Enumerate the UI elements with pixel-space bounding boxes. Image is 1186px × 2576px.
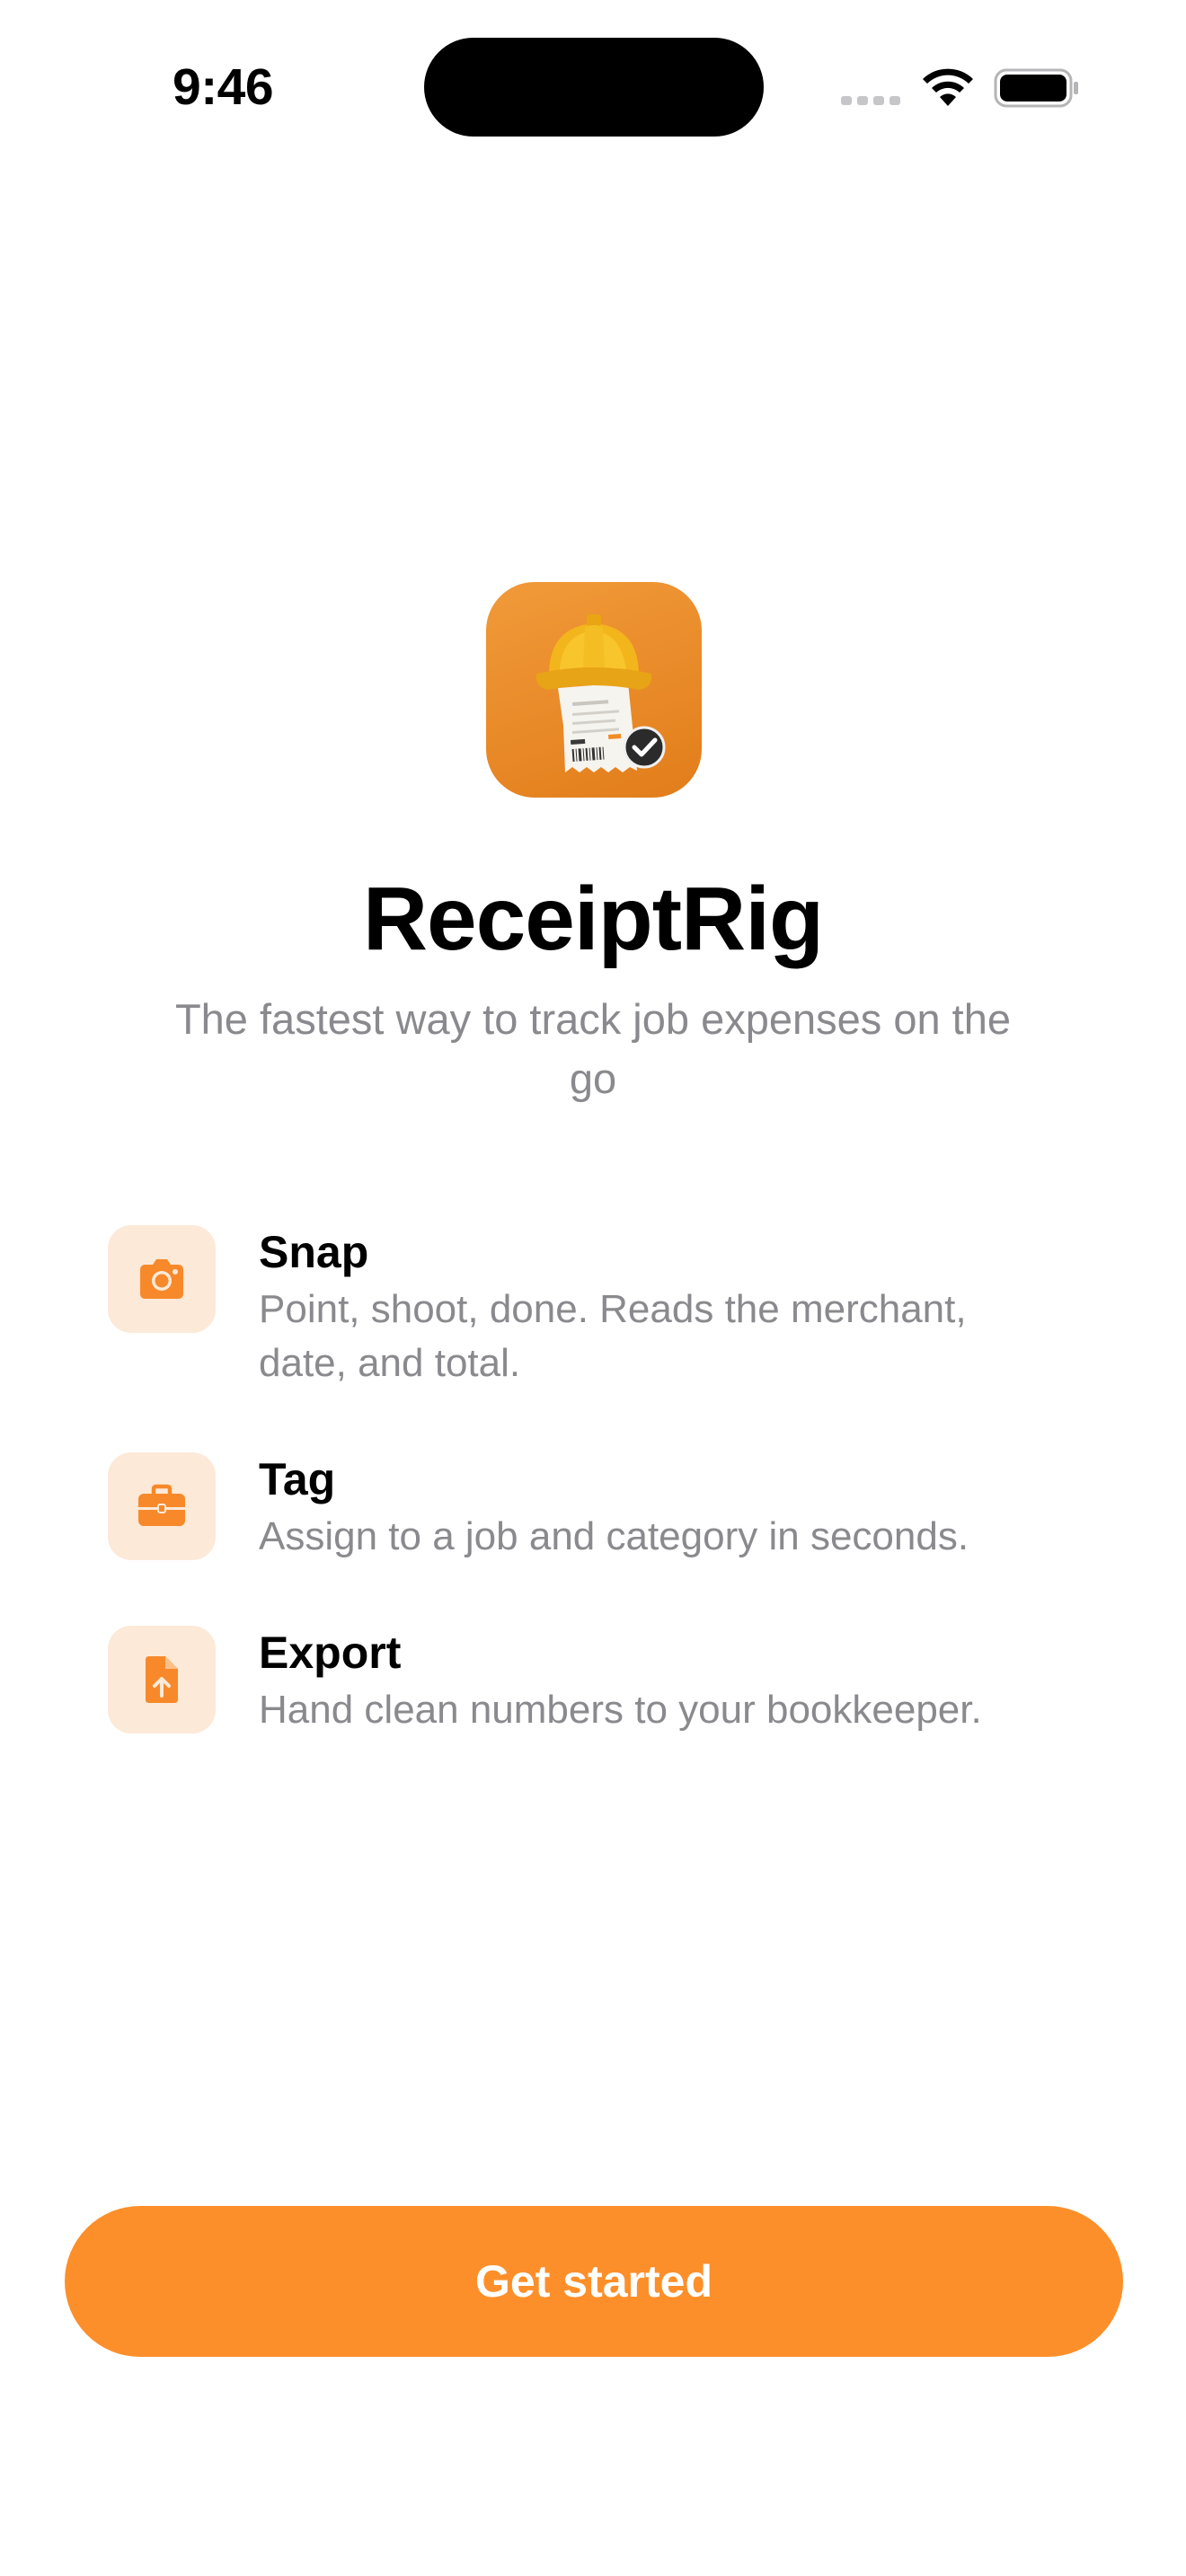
battery-icon (994, 68, 1078, 108)
status-bar-time: 9:46 (173, 58, 274, 116)
app-title: ReceiptRig (362, 869, 824, 969)
app-icon (486, 582, 702, 798)
feature-description: Point, shoot, done. Reads the merchant, … (259, 1287, 967, 1385)
cellular-signal-icon (841, 96, 902, 105)
feature-description: Assign to a job and category in seconds. (259, 1514, 969, 1558)
feature-title: Snap (259, 1227, 369, 1277)
app-subtitle: The fastest way to track job expenses on… (174, 995, 1012, 1102)
receipt-with-hard-hat-icon (535, 614, 666, 772)
feature-description: Hand clean numbers to your bookkeeper. (259, 1688, 982, 1732)
camera-icon (108, 1225, 216, 1333)
dynamic-island (424, 38, 764, 137)
feature-title: Tag (259, 1454, 336, 1504)
get-started-button[interactable]: Get started (65, 2206, 1123, 2357)
feature-title: Export (259, 1628, 402, 1678)
briefcase-icon (108, 1452, 216, 1560)
wifi-icon (923, 68, 973, 106)
document-upload-icon (108, 1626, 216, 1734)
